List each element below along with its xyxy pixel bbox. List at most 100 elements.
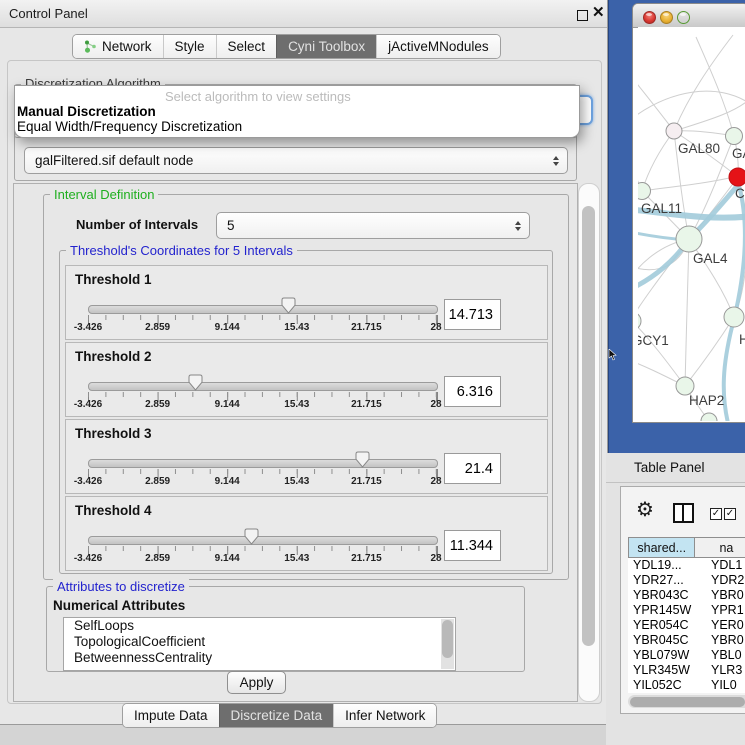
threshold-value-field[interactable]: 14.713 [444, 299, 501, 330]
table-row[interactable]: YDR27...YDR2 [628, 573, 745, 588]
table-row[interactable]: YDL19...YDL1 [628, 558, 745, 573]
slider-track[interactable] [88, 305, 438, 314]
top-tab-bar: NetworkStyleSelectCyni ToolboxjActiveMNo… [72, 34, 501, 59]
network-edge[interactable] [638, 73, 674, 131]
slider-thumb[interactable] [281, 297, 296, 314]
tab-discretize-data[interactable]: Discretize Data [219, 704, 334, 727]
network-edge[interactable] [685, 239, 689, 386]
network-node-gcy1[interactable] [638, 312, 641, 330]
horizontal-scrollbar[interactable] [628, 695, 745, 708]
network-node-gal11[interactable] [638, 183, 651, 200]
network-canvas[interactable]: GAL80GACGAL11GAL4GCY1HHAP2 [638, 27, 745, 421]
attribute-item-selfloops[interactable]: SelfLoops [64, 618, 455, 634]
slider-tick-label: 21.715 [351, 476, 382, 487]
network-edge[interactable] [638, 321, 685, 386]
network-node-gal80[interactable] [666, 123, 682, 139]
slider-tick-label: 2.859 [145, 322, 170, 333]
cell-shared-name[interactable]: YBR043C [628, 588, 705, 603]
table-row[interactable]: YBR045CYBR0 [628, 633, 745, 648]
slider-track[interactable] [88, 459, 438, 468]
threshold-value-field[interactable]: 11.344 [444, 530, 501, 561]
network-edge[interactable] [642, 131, 674, 191]
network-node-gal4[interactable] [676, 226, 702, 252]
network-node-h[interactable] [724, 307, 744, 327]
cell-shared-name[interactable]: YPR145W [628, 603, 705, 618]
tab-network[interactable]: Network [73, 35, 163, 58]
threshold-panel: Threshold 4-3.4262.8599.14415.4321.71528… [65, 496, 548, 571]
cell-shared-name[interactable]: YBR045C [628, 633, 705, 648]
cell-name[interactable]: YBL0 [705, 648, 745, 663]
tab-style[interactable]: Style [163, 35, 216, 58]
table-data-combobox[interactable]: galFiltered.sif default node [24, 147, 568, 174]
tab-jactivemnodules[interactable]: jActiveMNodules [376, 35, 500, 58]
cell-name[interactable]: YDR2 [705, 573, 745, 588]
network-edge-highlighted[interactable] [724, 319, 734, 421]
attribute-item-topologicalcoefficient[interactable]: TopologicalCoefficient [64, 634, 455, 650]
column-header-name[interactable]: na [695, 537, 745, 558]
network-node-ga[interactable] [726, 128, 743, 145]
slider-thumb[interactable] [188, 374, 203, 391]
table-row[interactable]: YIL052CYIL0 [628, 678, 745, 693]
threshold-value-field[interactable]: 21.4 [444, 453, 501, 484]
table-row[interactable]: YLR345WYLR3 [628, 663, 745, 678]
tab-select[interactable]: Select [216, 35, 277, 58]
number-of-intervals-combobox[interactable]: 5 [216, 212, 530, 239]
checkbox-icon[interactable]: ✓ [724, 508, 736, 520]
window-title: Table Panel [634, 460, 705, 475]
cell-name[interactable]: YLR3 [705, 663, 745, 678]
network-node-c[interactable] [729, 168, 745, 186]
slider-tick-label: 21.715 [351, 399, 382, 410]
float-window-icon[interactable] [577, 10, 588, 21]
cell-shared-name[interactable]: YLR345W [628, 663, 705, 678]
tab-infer-network[interactable]: Infer Network [333, 704, 436, 727]
threshold-value-field[interactable]: 6.316 [444, 376, 501, 407]
table-row[interactable]: YBL079WYBL0 [628, 648, 745, 663]
network-edge-highlighted[interactable] [735, 186, 745, 315]
vertical-scrollbar[interactable] [578, 183, 600, 702]
checkbox-icon[interactable]: ✓ [710, 508, 722, 520]
network-edge[interactable] [674, 35, 733, 131]
gear-icon[interactable]: ⚙ [636, 499, 654, 521]
cell-name[interactable]: YBR0 [705, 633, 745, 648]
cell-shared-name[interactable]: YER054C [628, 618, 705, 633]
scrollbar-thumb[interactable] [582, 206, 595, 646]
slider-track[interactable] [88, 382, 438, 391]
attribute-item-betweennesscentrality[interactable]: BetweennessCentrality [64, 650, 455, 666]
apply-button[interactable]: Apply [227, 671, 286, 694]
list-scrollbar[interactable] [441, 619, 454, 669]
tab-impute-data[interactable]: Impute Data [123, 704, 219, 727]
close-icon[interactable]: ✕ [592, 4, 605, 22]
cell-shared-name[interactable]: YDL19... [628, 558, 705, 573]
scrollbar-thumb[interactable] [630, 697, 745, 707]
numerical-attributes-label: Numerical Attributes [53, 598, 185, 613]
cell-shared-name[interactable]: YIL052C [628, 678, 705, 693]
table-row[interactable]: YER054CYER0 [628, 618, 745, 633]
cell-name[interactable]: YDL1 [705, 558, 745, 573]
close-traffic-light[interactable] [643, 11, 656, 24]
cell-name[interactable]: YPR1 [705, 603, 745, 618]
slider-track[interactable] [88, 536, 438, 545]
slider-tick-label: 28 [430, 399, 441, 410]
split-columns-icon[interactable] [673, 503, 694, 523]
cell-shared-name[interactable]: YBL079W [628, 648, 705, 663]
minimize-traffic-light[interactable] [660, 11, 673, 24]
table-row[interactable]: YBR043CYBR0 [628, 588, 745, 603]
cell-name[interactable]: YIL0 [705, 678, 745, 693]
tab-cyni-toolbox[interactable]: Cyni Toolbox [276, 35, 376, 58]
network-edge[interactable] [642, 177, 734, 191]
cell-name[interactable]: YER0 [705, 618, 745, 633]
zoom-traffic-light[interactable] [677, 11, 690, 24]
cell-name[interactable]: YBR0 [705, 588, 745, 603]
slider-thumb[interactable] [355, 451, 370, 468]
network-edge[interactable] [674, 97, 745, 131]
node-label: GA [732, 146, 745, 161]
network-edge[interactable] [696, 37, 734, 136]
algorithm-option-manual-discretization[interactable]: Manual Discretization [17, 104, 156, 119]
network-edge[interactable] [674, 131, 734, 136]
cell-shared-name[interactable]: YDR27... [628, 573, 705, 588]
table-row[interactable]: YPR145WYPR1 [628, 603, 745, 618]
column-header-shared-name[interactable]: shared... [628, 537, 695, 558]
algorithm-option-equal-width-frequency-discretization[interactable]: Equal Width/Frequency Discretization [17, 119, 242, 134]
slider-tick-label: 15.43 [284, 322, 309, 333]
slider-thumb[interactable] [244, 528, 259, 545]
